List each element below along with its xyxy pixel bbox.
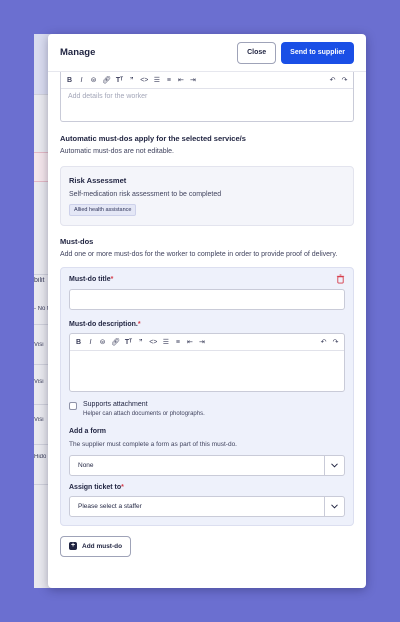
text-size-icon[interactable]: Tᵀ — [125, 334, 132, 351]
automatic-mustdo-card: Risk Assessmet Self-medication risk asse… — [60, 166, 354, 226]
supports-attachment-row: Supports attachment Helper can attach do… — [69, 401, 345, 417]
quote-icon[interactable]: ” — [137, 334, 144, 351]
quote-icon[interactable]: ” — [128, 72, 135, 89]
manage-modal: Manage Close Send to supplier B I ⊜ 🔗︎ T… — [48, 34, 366, 588]
supports-attachment-help: Helper can attach documents or photograp… — [83, 411, 205, 417]
add-mustdo-label: Add must-do — [82, 542, 123, 550]
add-mustdo-button[interactable]: + Add must-do — [60, 535, 132, 557]
add-form-label: Add a form — [69, 428, 106, 435]
close-button[interactable]: Close — [237, 41, 277, 64]
details-editor-area[interactable]: Add details for the worker — [61, 89, 353, 121]
mustdo-title-label: Must-do title* — [69, 276, 114, 283]
form-select-value: None — [78, 462, 94, 469]
text-size-icon[interactable]: Tᵀ — [116, 72, 123, 89]
bullet-list-icon[interactable]: ☰ — [162, 334, 169, 351]
undo-icon[interactable]: ↶ — [320, 334, 327, 351]
modal-title: Manage — [60, 47, 96, 58]
code-icon[interactable]: <> — [149, 334, 157, 351]
assign-ticket-select[interactable]: Please select a staffer — [69, 496, 345, 517]
code-icon[interactable]: <> — [140, 72, 148, 89]
outdent-icon[interactable]: ⇤ — [177, 72, 184, 89]
automatic-mustdo-title: Risk Assessmet — [69, 176, 127, 185]
link-icon[interactable]: 🔗︎ — [102, 72, 111, 89]
bold-icon[interactable]: B — [75, 334, 82, 351]
bold-icon[interactable]: B — [66, 72, 73, 89]
assign-ticket-label: Assign ticket to* — [69, 484, 124, 491]
indent-icon[interactable]: ⇥ — [189, 72, 196, 89]
mustdo-description-area[interactable] — [70, 351, 344, 391]
redo-icon[interactable]: ↷ — [332, 334, 339, 351]
link-icon[interactable]: 🔗︎ — [111, 334, 120, 351]
details-editor: B I ⊜ 🔗︎ Tᵀ ” <> ☰ ≡ ⇤ ⇥ ↶ ↷ Add details… — [60, 72, 354, 122]
supports-attachment-checkbox[interactable] — [69, 402, 77, 410]
trash-icon[interactable] — [336, 274, 345, 284]
outdent-icon[interactable]: ⇤ — [186, 334, 193, 351]
mustdo-item-card: Must-do title* Must-do description.* B I… — [60, 267, 354, 526]
send-to-supplier-button[interactable]: Send to supplier — [281, 41, 354, 64]
italic-icon[interactable]: I — [78, 72, 85, 89]
strikethrough-icon[interactable]: ⊜ — [99, 334, 106, 351]
chevron-down-icon — [324, 497, 344, 516]
mustdo-description-editor: B I ⊜ 🔗︎ Tᵀ ” <> ☰ ≡ ⇤ ⇥ ↶ ↷ — [69, 333, 345, 392]
undo-icon[interactable]: ↶ — [329, 72, 336, 89]
numbered-list-icon[interactable]: ≡ — [165, 72, 172, 89]
mustdos-title: Must-dos — [60, 237, 94, 246]
bullet-list-icon[interactable]: ☰ — [153, 72, 160, 89]
mustdos-desc: Add one or more must-dos for the worker … — [60, 251, 338, 258]
mustdo-title-input[interactable] — [69, 289, 345, 310]
editor-toolbar: B I ⊜ 🔗︎ Tᵀ ” <> ☰ ≡ ⇤ ⇥ ↶ ↷ — [61, 72, 353, 89]
redo-icon[interactable]: ↷ — [341, 72, 348, 89]
modal-header: Manage Close Send to supplier — [48, 34, 366, 72]
editor-toolbar: B I ⊜ 🔗︎ Tᵀ ” <> ☰ ≡ ⇤ ⇥ ↶ ↷ — [70, 334, 344, 351]
add-form-desc: The supplier must complete a form as par… — [69, 441, 237, 448]
chevron-down-icon — [324, 456, 344, 475]
supports-attachment-label: Supports attachment — [83, 401, 148, 408]
automatic-mustdos-desc: Automatic must-dos are not editable. — [60, 148, 175, 155]
mustdo-description-label: Must-do description.* — [69, 321, 141, 328]
automatic-mustdos-title: Automatic must-dos apply for the selecte… — [60, 134, 246, 143]
plus-icon: + — [69, 542, 77, 550]
indent-icon[interactable]: ⇥ — [198, 334, 205, 351]
numbered-list-icon[interactable]: ≡ — [174, 334, 181, 351]
automatic-mustdo-desc: Self-medication risk assessment to be co… — [69, 191, 222, 198]
strikethrough-icon[interactable]: ⊜ — [90, 72, 97, 89]
assign-ticket-value: Please select a staffer — [78, 503, 142, 510]
form-select[interactable]: None — [69, 455, 345, 476]
italic-icon[interactable]: I — [87, 334, 94, 351]
service-chip: Allied health assistance — [69, 204, 137, 216]
